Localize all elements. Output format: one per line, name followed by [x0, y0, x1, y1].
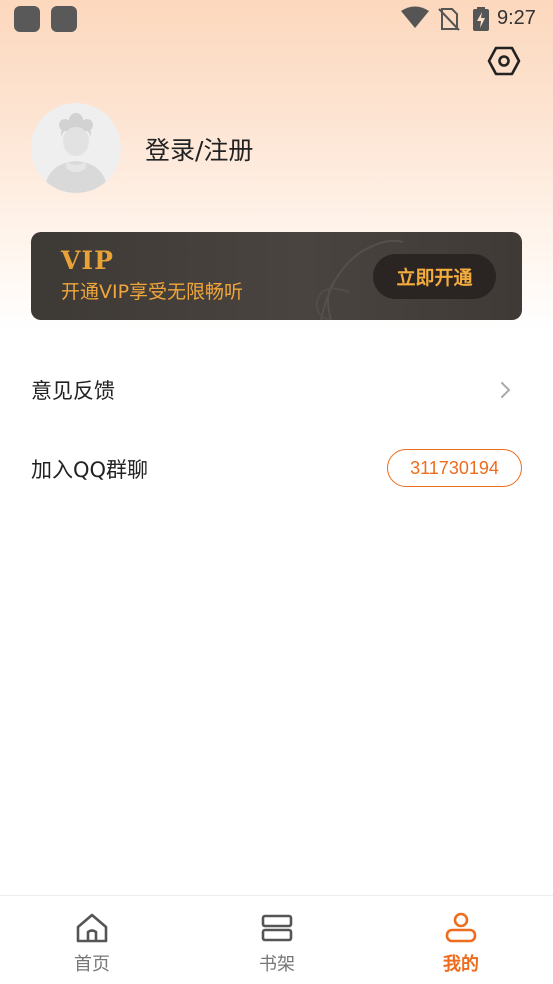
wifi-icon [401, 6, 429, 28]
status-bar: 9:27 [0, 0, 553, 38]
nav-item-home[interactable]: 首页 [32, 896, 152, 984]
battery-charging-icon [473, 7, 489, 31]
nav-label-bookshelf: 书架 [259, 954, 295, 975]
bookshelf-icon [261, 914, 293, 942]
settings-hexagon-icon [487, 46, 521, 76]
qq-group-row[interactable]: 加入QQ群聊 311730194 [31, 445, 522, 493]
avatar[interactable] [31, 103, 121, 193]
chevron-right-icon [501, 382, 511, 398]
bottom-navigation: 首页 书架 我的 [0, 895, 553, 984]
login-register-link[interactable]: 登录/注册 [145, 131, 253, 167]
app-notification-icon [51, 6, 77, 32]
vip-banner[interactable]: VIP 开通VIP享受无限畅听 立即开通 [31, 232, 522, 320]
nav-item-bookshelf[interactable]: 书架 [217, 896, 337, 984]
status-time: 9:27 [497, 7, 536, 29]
profile-icon [445, 912, 477, 943]
qq-group-label: 加入QQ群聊 [31, 458, 149, 482]
vip-title: VIP [61, 246, 114, 275]
settings-button[interactable] [484, 41, 524, 81]
open-vip-button[interactable]: 立即开通 [373, 254, 496, 299]
nav-label-profile: 我的 [443, 954, 479, 975]
app-notification-icon [14, 6, 40, 32]
qq-number-badge[interactable]: 311730194 [387, 449, 522, 487]
vip-subtitle: 开通VIP享受无限畅听 [61, 281, 244, 303]
default-avatar-icon [31, 103, 121, 193]
nav-label-home: 首页 [74, 954, 110, 975]
home-icon [76, 913, 108, 943]
feedback-label: 意见反馈 [31, 379, 115, 403]
no-sim-icon [438, 8, 460, 31]
nav-item-profile[interactable]: 我的 [401, 896, 521, 984]
feedback-row[interactable]: 意见反馈 [31, 366, 522, 414]
